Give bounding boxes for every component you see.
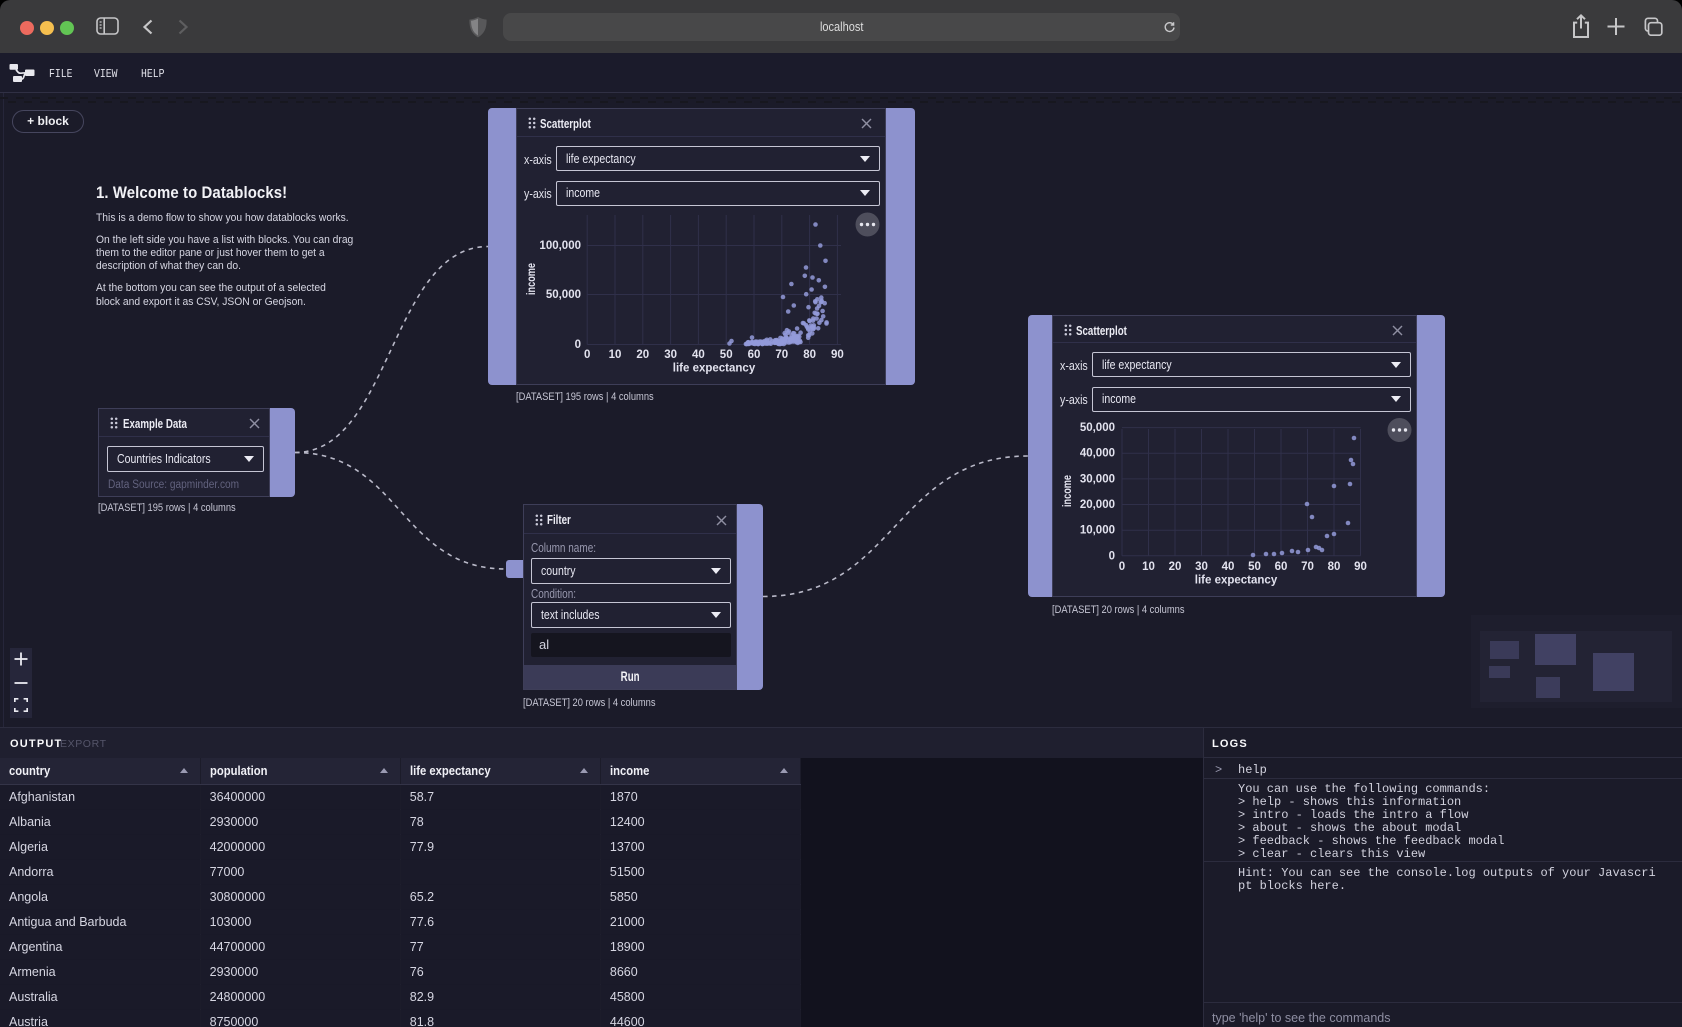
svg-text:90: 90 [831, 349, 844, 361]
svg-text:70: 70 [775, 349, 788, 361]
svg-text:60: 60 [1275, 561, 1288, 573]
svg-text:20: 20 [1169, 561, 1182, 573]
svg-text:20,000: 20,000 [1080, 499, 1115, 511]
svg-text:0: 0 [584, 349, 590, 361]
svg-text:30: 30 [664, 349, 677, 361]
svg-text:60: 60 [748, 349, 761, 361]
svg-text:10: 10 [1142, 561, 1155, 573]
svg-text:10,000: 10,000 [1080, 525, 1115, 537]
svg-text:40,000: 40,000 [1080, 448, 1115, 460]
svg-text:50,000: 50,000 [1080, 422, 1115, 434]
svg-text:70: 70 [1301, 561, 1314, 573]
svg-text:0: 0 [1119, 561, 1125, 573]
svg-text:income: income [1062, 475, 1074, 507]
svg-text:50: 50 [1248, 561, 1261, 573]
svg-text:life expectancy: life expectancy [1195, 575, 1278, 587]
svg-text:20: 20 [636, 349, 649, 361]
svg-text:100,000: 100,000 [539, 240, 581, 252]
svg-text:40: 40 [692, 349, 705, 361]
svg-text:income: income [526, 263, 538, 295]
svg-text:50,000: 50,000 [546, 289, 581, 301]
svg-text:80: 80 [803, 349, 816, 361]
svg-text:10: 10 [609, 349, 622, 361]
svg-text:0: 0 [1109, 550, 1115, 562]
svg-text:0: 0 [575, 339, 581, 351]
svg-text:80: 80 [1328, 561, 1341, 573]
svg-text:40: 40 [1222, 561, 1235, 573]
svg-text:50: 50 [720, 349, 733, 361]
svg-text:30: 30 [1195, 561, 1208, 573]
svg-text:life expectancy: life expectancy [673, 363, 756, 375]
svg-text:30,000: 30,000 [1080, 473, 1115, 485]
svg-text:90: 90 [1354, 561, 1367, 573]
